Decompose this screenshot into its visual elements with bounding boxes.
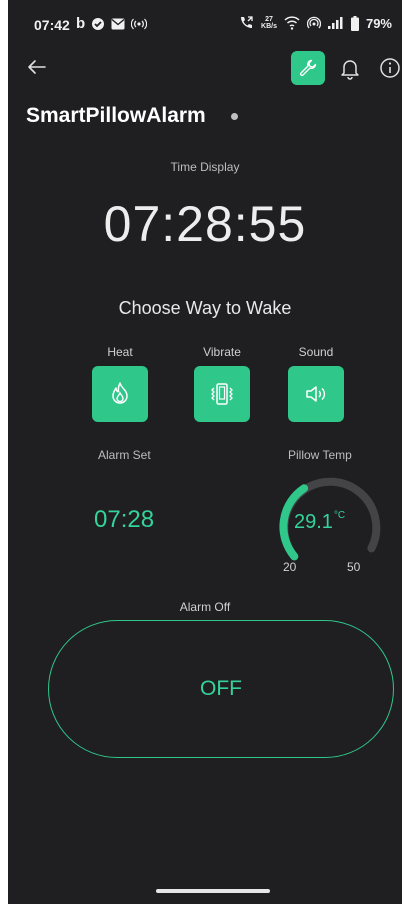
wake-option-heat-label: Heat	[107, 345, 133, 359]
wake-method-heading: Choose Way to Wake	[118, 298, 292, 318]
wake-option-sound: Sound	[286, 345, 346, 422]
page-title: SmartPillowAlarm	[26, 104, 206, 127]
pillow-temp-label: Pillow Temp	[288, 448, 352, 462]
status-bar: 07:42 b 27 KB/s 79%	[8, 0, 402, 50]
speaker-icon	[306, 386, 326, 402]
mail-icon	[111, 18, 125, 30]
net-speed-value: 27	[265, 16, 273, 23]
vibrate-icon	[211, 383, 233, 405]
home-indicator[interactable]	[156, 889, 270, 893]
b-icon: b	[76, 15, 86, 32]
alarm-set-label: Alarm Set	[98, 448, 151, 462]
heat-button[interactable]	[92, 366, 148, 422]
info-icon[interactable]	[378, 56, 402, 80]
status-left-icons: b	[76, 15, 148, 33]
wake-option-sound-label: Sound	[298, 345, 334, 359]
check-circle-icon	[92, 18, 105, 30]
hotspot-icon	[131, 18, 148, 30]
pillow-temp-number: 29.1	[294, 511, 333, 533]
gauge-min-label: 20	[283, 560, 297, 574]
call-forward-icon	[241, 16, 253, 28]
wake-option-heat: Heat	[90, 345, 150, 422]
back-arrow-icon[interactable]	[26, 56, 48, 78]
alarm-off-button-label: OFF	[200, 677, 242, 700]
status-dot	[231, 113, 238, 120]
sound-button[interactable]	[288, 366, 344, 422]
app-screen: 07:42 b 27 KB/s 79% SmartPillowAlarm Tim…	[8, 0, 402, 904]
net-speed-unit: KB/s	[261, 23, 277, 30]
hotspot-signal-icon	[306, 16, 321, 29]
time-display-clock: 07:28:55	[103, 196, 307, 252]
cell-signal-icon	[327, 17, 343, 29]
pillow-temp-value: 29.1°C	[294, 510, 346, 534]
battery-icon	[350, 15, 359, 31]
wifi-icon	[284, 16, 300, 30]
vibrate-button[interactable]	[194, 366, 250, 422]
wrench-icon	[299, 59, 317, 77]
wake-option-vibrate: Vibrate	[192, 345, 252, 422]
time-display-label: Time Display	[170, 160, 240, 174]
net-speed: 27 KB/s	[261, 16, 277, 30]
alarm-set-time[interactable]: 07:28	[94, 506, 154, 534]
status-right-icons: 27 KB/s 79%	[238, 15, 392, 31]
pillow-temp-unit: °C	[333, 510, 346, 521]
gauge-max-label: 50	[347, 560, 361, 574]
settings-wrench-button[interactable]	[291, 51, 325, 85]
status-time: 07:42	[34, 17, 70, 33]
bell-icon[interactable]	[338, 56, 362, 80]
wake-option-vibrate-label: Vibrate	[203, 345, 241, 359]
alarm-off-button[interactable]: OFF	[48, 620, 394, 758]
flame-icon	[112, 382, 128, 404]
battery-percent: 79%	[365, 15, 392, 31]
alarm-off-label: Alarm Off	[179, 600, 231, 614]
